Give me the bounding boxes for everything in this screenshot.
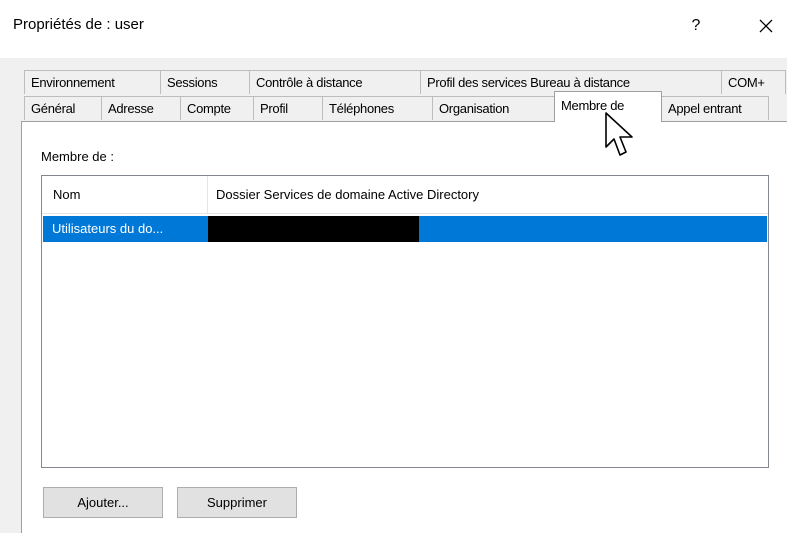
properties-dialog: Propriétés de : user ? Environnement Ses… xyxy=(0,0,787,533)
column-header-nom[interactable]: Nom xyxy=(42,176,208,213)
group-name-cell: Utilisateurs du do... xyxy=(52,221,164,236)
remove-button[interactable]: Supprimer xyxy=(177,487,297,518)
tab-com-plus[interactable]: COM+ xyxy=(721,70,786,94)
tab-row-bottom: Général Adresse Compte Profil Téléphones… xyxy=(24,91,769,122)
tab-compte[interactable]: Compte xyxy=(180,96,254,120)
ad-folder-cell xyxy=(208,216,767,242)
tab-sessions[interactable]: Sessions xyxy=(160,70,250,94)
close-button[interactable] xyxy=(748,10,784,42)
redaction-box xyxy=(208,216,419,242)
help-button[interactable]: ? xyxy=(678,10,714,42)
close-icon xyxy=(759,19,773,33)
tab-row-top: Environnement Sessions Contrôle à distan… xyxy=(24,70,786,95)
member-of-label: Membre de : xyxy=(41,149,114,164)
add-button[interactable]: Ajouter... xyxy=(43,487,163,518)
tab-adresse[interactable]: Adresse xyxy=(101,96,181,120)
tab-organisation[interactable]: Organisation xyxy=(432,96,555,120)
tab-controle-a-distance[interactable]: Contrôle à distance xyxy=(249,70,421,94)
tab-general[interactable]: Général xyxy=(24,96,102,120)
column-header-dossier[interactable]: Dossier Services de domaine Active Direc… xyxy=(208,176,768,213)
mouse-pointer-icon xyxy=(605,112,633,156)
tab-appel-entrant[interactable]: Appel entrant xyxy=(661,96,769,120)
title-bar: Propriétés de : user ? xyxy=(0,0,787,58)
member-of-list[interactable]: Nom Dossier Services de domaine Active D… xyxy=(41,175,769,468)
tab-environnement[interactable]: Environnement xyxy=(24,70,161,94)
tab-profil[interactable]: Profil xyxy=(253,96,323,120)
list-header: Nom Dossier Services de domaine Active D… xyxy=(42,176,768,214)
list-item[interactable]: Utilisateurs du do... xyxy=(43,216,767,242)
tab-telephones[interactable]: Téléphones xyxy=(322,96,433,120)
window-title: Propriétés de : user xyxy=(13,16,144,33)
